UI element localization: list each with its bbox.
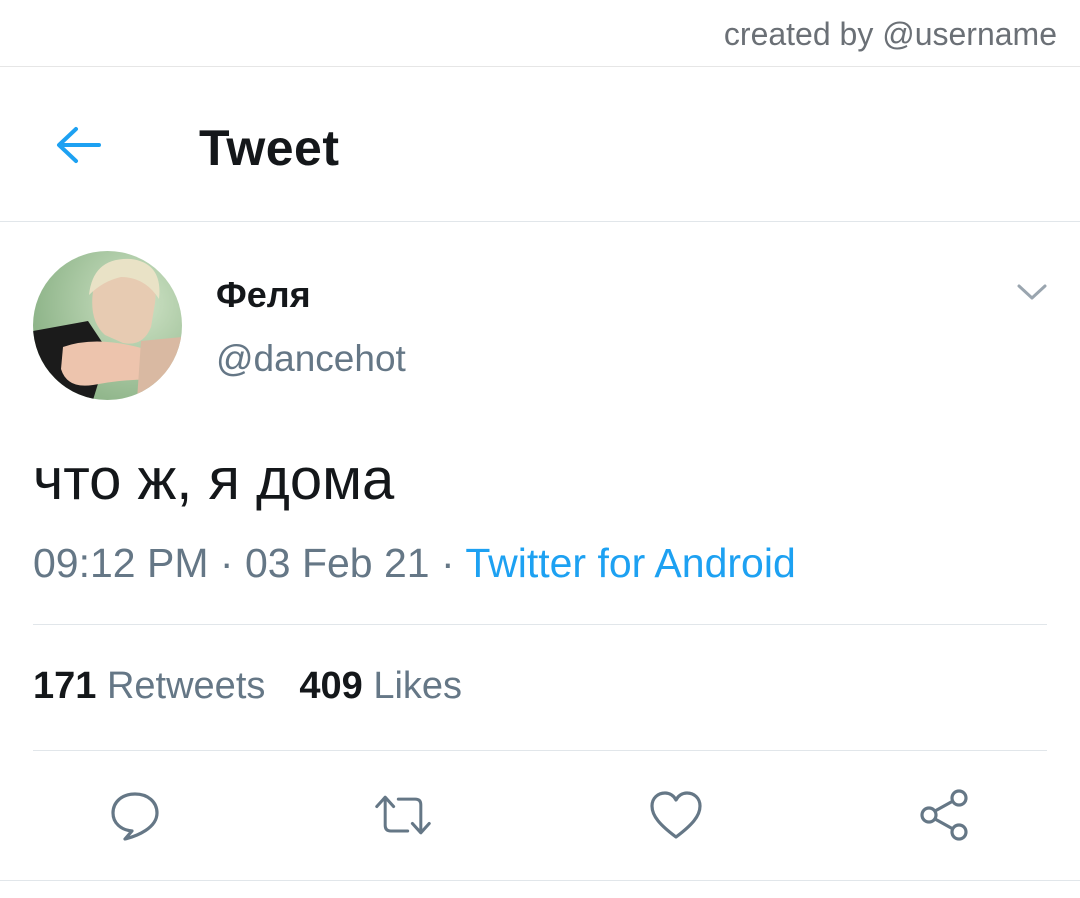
- tweet-meta: 09:12 PM · 03 Feb 21 · Twitter for Andro…: [33, 540, 796, 587]
- heart-icon: [650, 791, 702, 839]
- divider: [33, 750, 1047, 751]
- chevron-down-icon: [1017, 284, 1047, 300]
- likes-stat[interactable]: 409 Likes: [299, 665, 462, 707]
- display-name[interactable]: Феля: [216, 274, 311, 316]
- back-button[interactable]: [48, 115, 108, 175]
- likes-count: 409: [299, 665, 363, 707]
- speech-bubble-icon: [111, 792, 159, 841]
- tweet-date: 03 Feb 21: [244, 540, 430, 586]
- retweet-button[interactable]: [373, 785, 433, 845]
- user-handle[interactable]: @dancehot: [216, 338, 406, 380]
- arrow-left-icon: [57, 127, 101, 163]
- meta-separator: ·: [441, 540, 455, 586]
- more-options-button[interactable]: [1012, 276, 1052, 308]
- retweet-icon: [375, 795, 431, 835]
- retweets-label: Retweets: [106, 665, 266, 707]
- retweets-count: 171: [33, 665, 97, 707]
- tweet-text: что ж, я дома: [33, 447, 395, 512]
- likes-label: Likes: [373, 665, 463, 707]
- retweets-stat[interactable]: 171 Retweets: [33, 665, 265, 707]
- tweet-source-link[interactable]: Twitter for Android: [465, 540, 795, 586]
- tweet-stats: 171 Retweets 409 Likes: [33, 665, 462, 708]
- tweet-header: Tweet: [0, 67, 1080, 222]
- action-bar: [0, 755, 1080, 880]
- avatar-photo: [33, 251, 182, 400]
- meta-separator: ·: [219, 540, 234, 586]
- avatar[interactable]: [33, 251, 182, 400]
- divider: [33, 624, 1047, 625]
- share-icon: [920, 789, 968, 841]
- reply-button[interactable]: [105, 785, 165, 845]
- like-button[interactable]: [646, 785, 706, 845]
- page-title: Tweet: [199, 120, 340, 176]
- tweet-time: 09:12 PM: [33, 540, 209, 586]
- divider: [0, 880, 1080, 881]
- credit-text: created by @username: [723, 16, 1057, 52]
- share-button[interactable]: [915, 785, 975, 845]
- credit-bar: created by @username: [0, 0, 1080, 67]
